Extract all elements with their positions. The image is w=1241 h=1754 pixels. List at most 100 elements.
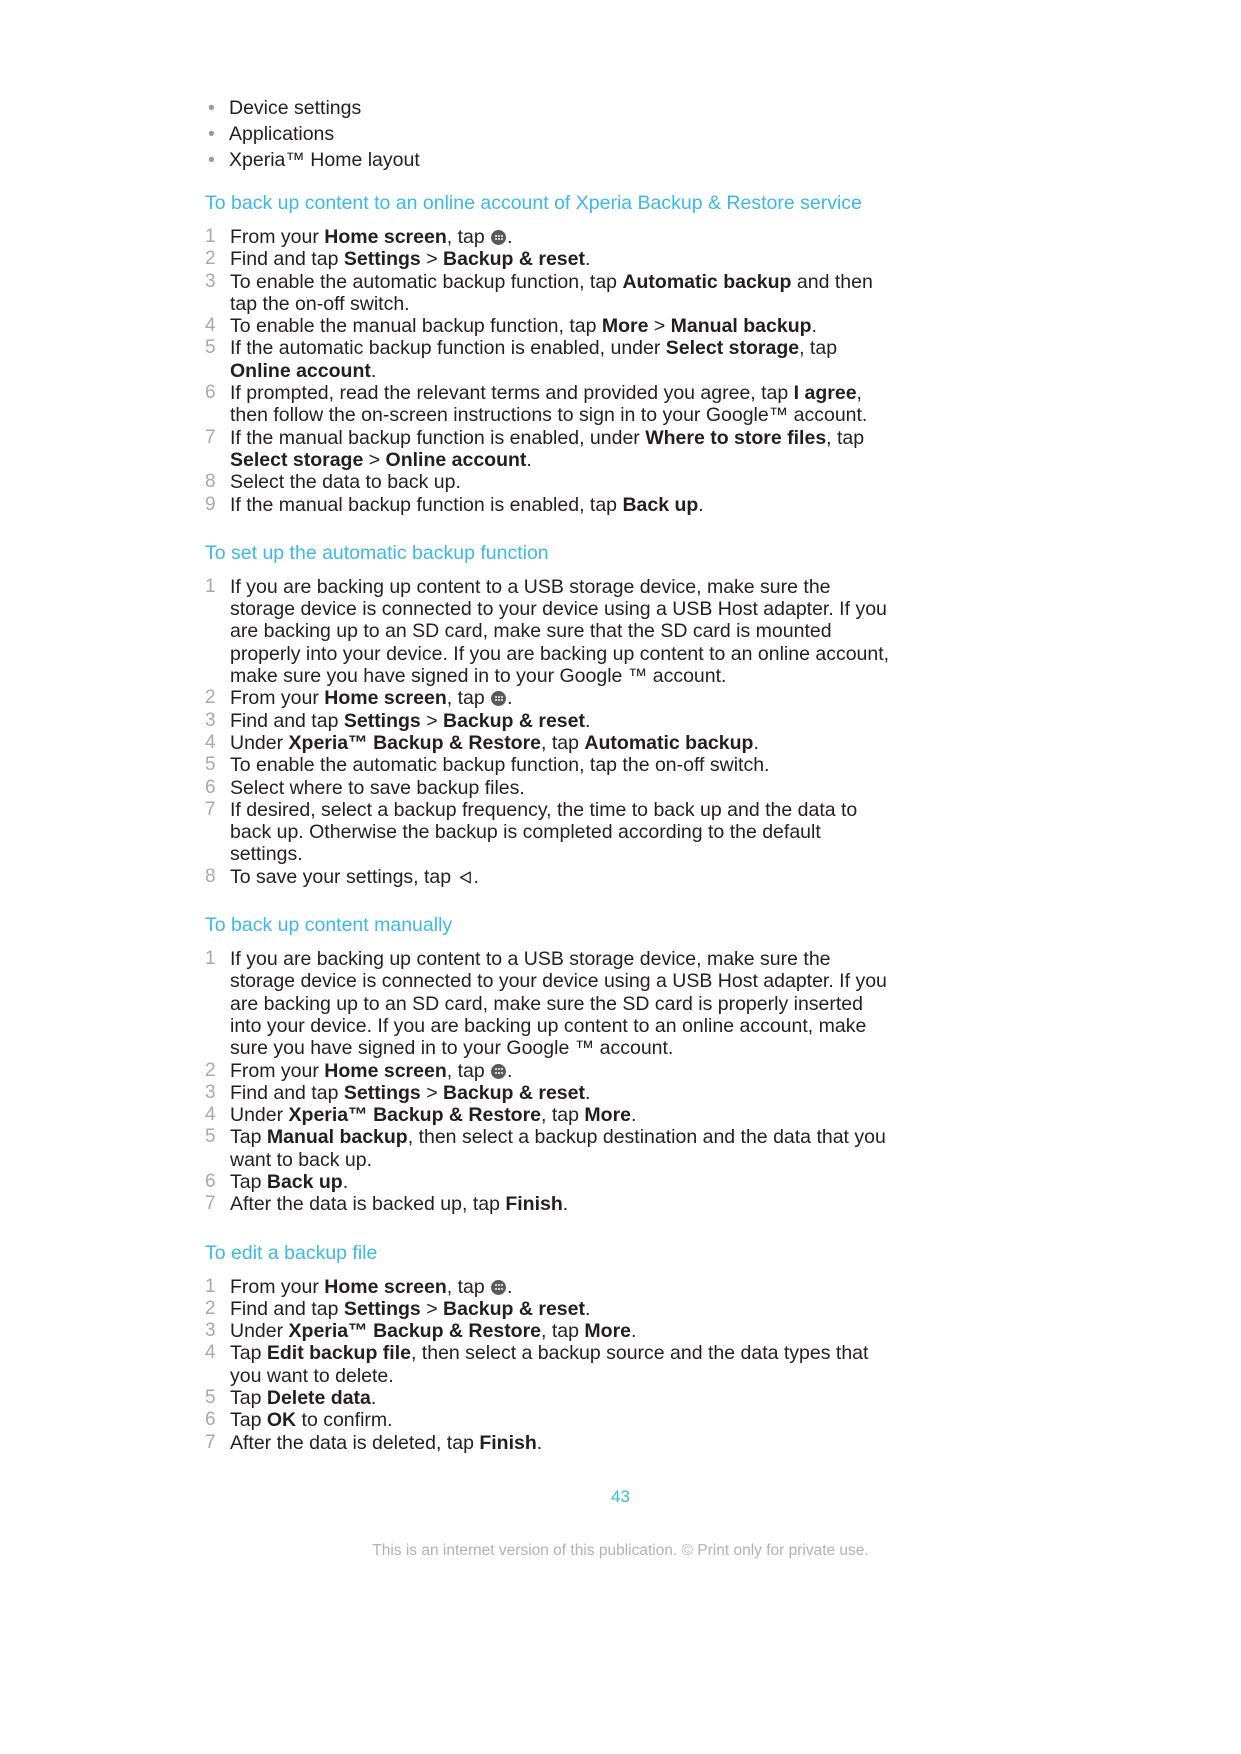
step-text: To save your settings, tap . — [230, 865, 479, 888]
step-item: 1 If you are backing up content to a USB … — [205, 948, 895, 1059]
step-text: Tap Edit backup file, then select a back… — [230, 1342, 869, 1387]
step-text: After the data is deleted, tap Finish. — [230, 1431, 543, 1454]
step-item: 1 From your Home screen, tap . — [205, 226, 895, 248]
step-number: 1 — [205, 948, 216, 970]
back-arrow-icon — [459, 871, 471, 884]
step-text: From your Home screen, tap . — [230, 687, 513, 710]
step-text: Tap Manual backup, then select a backup … — [230, 1126, 886, 1171]
page-content: • Device settings • Applications • Xperia™ Ho… — [205, 96, 895, 1454]
step-number: 3 — [205, 709, 216, 731]
step-item: 3 To enable the automatic backup function… — [205, 271, 895, 316]
step-item: 5 To enable the automatic backup function… — [205, 754, 895, 776]
step-number: 7 — [205, 1431, 216, 1453]
bullet-dot-icon: • — [208, 123, 215, 145]
step-text: Under Xperia™ Backup & Restore, tap More… — [230, 1320, 637, 1343]
bullet-item: • Device settings — [205, 96, 895, 120]
step-text: If the manual backup function is enabled… — [230, 493, 704, 516]
procedure-section: To back up content manually 1 If you are b… — [205, 912, 895, 1216]
apps-tray-icon — [491, 1063, 507, 1079]
step-text: Select where to save backup files. — [230, 776, 525, 799]
step-item: 8 To save your settings, tap . — [205, 866, 895, 888]
step-item: 7 After the data is backed up, tap Finish… — [205, 1193, 895, 1215]
step-list: 1 If you are backing up content to a USB … — [205, 576, 895, 888]
procedure-section: To edit a backup file 1 From your Home scr… — [205, 1240, 895, 1454]
section-heading: To edit a backup file — [205, 1241, 378, 1264]
step-number: 3 — [205, 270, 216, 292]
step-list: 1 From your Home screen, tap . 2 Find and t… — [205, 1276, 895, 1454]
step-number: 2 — [205, 248, 216, 270]
step-text: Tap OK to confirm. — [230, 1409, 393, 1432]
step-number: 4 — [205, 1104, 216, 1126]
step-text: To enable the manual backup function, ta… — [230, 315, 817, 338]
section-heading: To back up content manually — [205, 914, 453, 937]
step-item: 2 Find and tap Settings > Backup & reset. — [205, 248, 895, 270]
step-number: 1 — [205, 1275, 216, 1297]
step-item: 4 Under Xperia™ Backup & Restore, tap Mor… — [205, 1104, 895, 1126]
step-number: 5 — [205, 1126, 216, 1148]
step-text: Under Xperia™ Backup & Restore, tap More… — [230, 1104, 637, 1127]
step-item: 8 Select the data to back up. — [205, 471, 895, 493]
step-item: 7 After the data is deleted, tap Finish. — [205, 1432, 895, 1454]
section-heading: To back up content to an online account … — [205, 192, 862, 214]
step-text: If the manual backup function is enabled… — [230, 426, 865, 471]
step-item: 9 If the manual backup function is enable… — [205, 494, 895, 516]
step-item: 6 Tap OK to confirm. — [205, 1409, 895, 1431]
step-item: 6 Select where to save backup files. — [205, 777, 895, 799]
step-number: 6 — [205, 1409, 216, 1431]
step-number: 6 — [205, 382, 216, 404]
step-text: After the data is backed up, tap Finish. — [230, 1193, 569, 1216]
step-text: From your Home screen, tap . — [230, 1275, 513, 1298]
step-item: 4 Tap Edit backup file, then select a bac… — [205, 1342, 895, 1387]
step-number: 3 — [205, 1320, 216, 1342]
step-number: 2 — [205, 687, 216, 709]
step-text: If you are backing up content to a USB s… — [230, 948, 887, 1060]
bullet-item: • Applications — [205, 122, 895, 146]
step-text: Find and tap Settings > Backup & reset. — [230, 709, 591, 732]
apps-tray-icon — [491, 1279, 507, 1295]
page-number: 43 — [611, 1487, 630, 1506]
step-number: 8 — [205, 865, 216, 887]
bullet-dot-icon: • — [208, 149, 215, 171]
step-number: 2 — [205, 1297, 216, 1319]
step-text: From your Home screen, tap . — [230, 226, 513, 248]
step-number: 5 — [205, 754, 216, 776]
step-number: 4 — [205, 315, 216, 337]
step-number: 8 — [205, 471, 216, 493]
step-text: Find and tap Settings > Backup & reset. — [230, 248, 591, 271]
section-heading: To set up the automatic backup function — [205, 541, 549, 564]
step-number: 7 — [205, 798, 216, 820]
step-number: 7 — [205, 426, 216, 448]
step-number: 1 — [205, 226, 216, 247]
step-item: 1 If you are backing up content to a USB … — [205, 576, 895, 687]
step-number: 6 — [205, 776, 216, 798]
step-number: 3 — [205, 1081, 216, 1103]
document-page: • Device settings • Applications • Xperia™ Ho… — [0, 0, 1241, 1754]
step-number: 2 — [205, 1059, 216, 1081]
step-item: 2 From your Home screen, tap . — [205, 687, 895, 709]
footer-disclaimer: This is an internet version of this publ… — [372, 1542, 869, 1559]
step-item: 6 Tap Back up. — [205, 1171, 895, 1193]
bullet-label: Applications — [229, 123, 335, 145]
step-item: 4 Under Xperia™ Backup & Restore, tap Aut… — [205, 732, 895, 754]
step-item: 6 If prompted, read the relevant terms an… — [205, 382, 895, 427]
step-text: Tap Delete data. — [230, 1387, 377, 1410]
step-list: 1 If you are backing up content to a USB … — [205, 948, 895, 1216]
step-item: 5 If the automatic backup function is ena… — [205, 337, 895, 382]
step-number: 7 — [205, 1193, 216, 1215]
step-number: 1 — [205, 575, 216, 597]
step-item: 3 Find and tap Settings > Backup & reset. — [205, 1082, 895, 1104]
step-text: Select the data to back up. — [230, 471, 461, 494]
apps-tray-icon — [491, 691, 507, 707]
sections-container: To back up content to an online account … — [205, 190, 895, 1454]
procedure-section: To set up the automatic backup function 1… — [205, 540, 895, 888]
step-number: 9 — [205, 493, 216, 515]
step-text: Find and tap Settings > Backup & reset. — [230, 1297, 591, 1320]
feature-bullet-list: • Device settings • Applications • Xperia™ Ho… — [205, 96, 895, 172]
step-item: 1 From your Home screen, tap . — [205, 1276, 895, 1298]
step-number: 4 — [205, 731, 216, 753]
step-item: 4 To enable the manual backup function, t… — [205, 315, 895, 337]
step-text: If desired, select a backup frequency, t… — [230, 798, 858, 866]
bullet-label: Device settings — [229, 97, 362, 119]
step-item: 7 If desired, select a backup frequency, … — [205, 799, 895, 866]
bullet-label: Xperia™ Home layout — [229, 149, 420, 171]
